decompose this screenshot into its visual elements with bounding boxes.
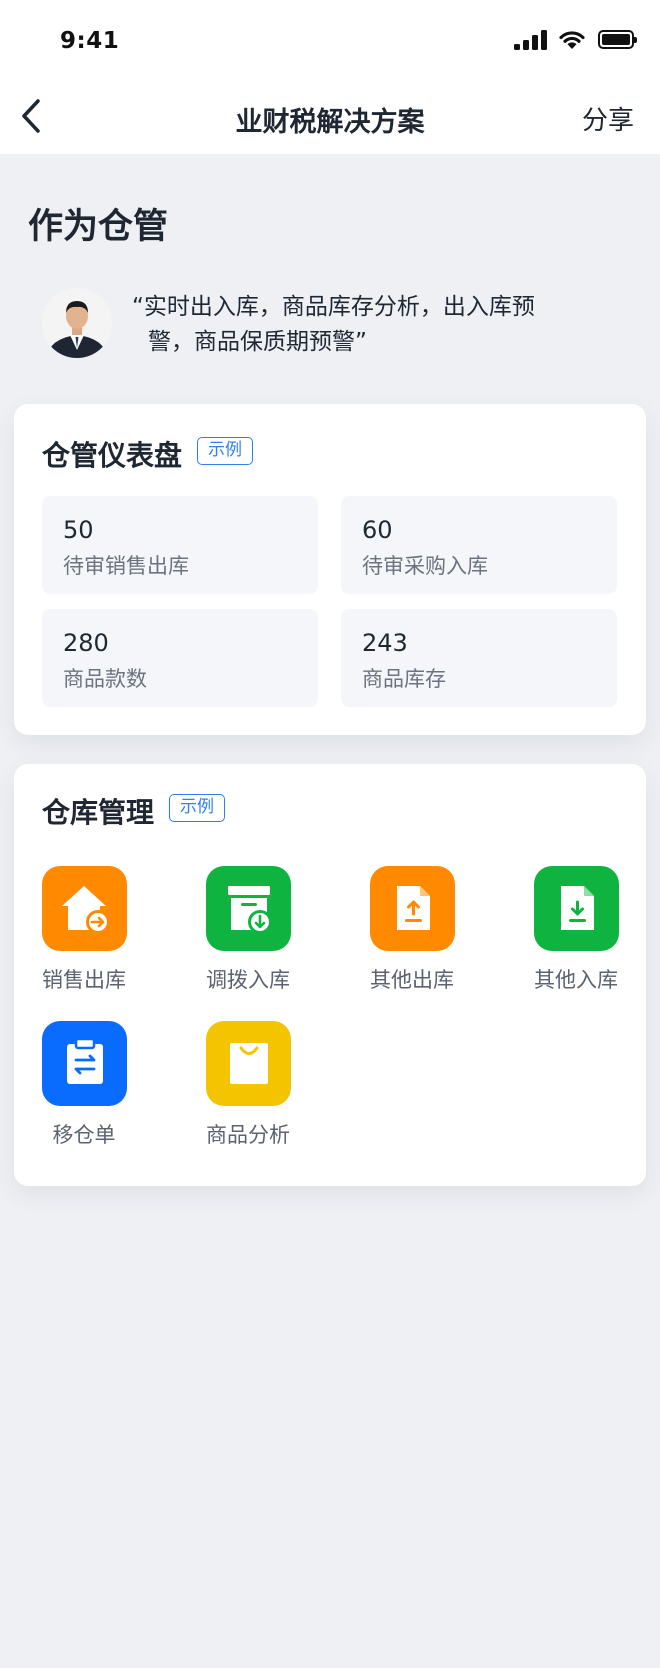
- signal-icon: [514, 30, 548, 50]
- app-label: 商品分析: [206, 1123, 290, 1147]
- share-button[interactable]: 分享: [582, 100, 634, 137]
- app-sales-outbound[interactable]: 销售出库: [24, 866, 144, 996]
- stat-value: 50: [63, 516, 94, 544]
- stat-product-count[interactable]: 280 商品款数: [42, 609, 318, 707]
- quote-line-1: “实时出入库，商品库存分析，出入库预: [132, 294, 535, 320]
- avatar: [42, 288, 112, 358]
- app-label: 其他入库: [534, 968, 618, 992]
- app-other-outbound[interactable]: 其他出库: [352, 866, 472, 996]
- status-icons: [514, 28, 637, 52]
- stat-value: 60: [362, 516, 393, 544]
- example-tag[interactable]: 示例: [169, 794, 225, 822]
- stat-product-inventory[interactable]: 243 商品库存: [341, 609, 617, 707]
- status-time: 9:41: [60, 28, 120, 54]
- app-label: 移仓单: [52, 1123, 116, 1147]
- shopping-bag-icon: [206, 1021, 291, 1106]
- warehouse-title: 仓库管理: [42, 796, 155, 829]
- app-product-analysis[interactable]: 商品分析: [188, 1021, 308, 1151]
- wifi-icon: [559, 31, 585, 49]
- top-bar: 9:41 业财税解决方案 分享: [0, 0, 660, 154]
- app-warehouse-transfer[interactable]: 移仓单: [24, 1021, 144, 1151]
- role-heading: 作为仓管: [28, 207, 169, 247]
- stat-label: 商品库存: [362, 667, 446, 691]
- dashboard-card: 仓管仪表盘 示例 50 待审销售出库 60 待审采购入库 280 商品款数 24…: [14, 404, 646, 735]
- box-download-icon: [206, 866, 291, 951]
- stat-label: 待审销售出库: [63, 554, 189, 578]
- app-label: 其他出库: [370, 968, 454, 992]
- page-title: 业财税解决方案: [235, 107, 425, 138]
- stat-pending-purchase-in[interactable]: 60 待审采购入库: [341, 496, 617, 594]
- app-label: 销售出库: [42, 968, 126, 992]
- doc-download-icon: [534, 866, 619, 951]
- app-transfer-inbound[interactable]: 调拨入库: [188, 866, 308, 996]
- stat-value: 280: [63, 629, 109, 657]
- doc-upload-icon: [370, 866, 455, 951]
- stat-label: 待审采购入库: [362, 554, 488, 578]
- house-arrow-icon: [42, 866, 127, 951]
- clipboard-transfer-icon: [42, 1021, 127, 1106]
- role-quote: “实时出入库，商品库存分析，出入库预 警，商品保质期预警”: [132, 290, 592, 360]
- stat-label: 商品款数: [63, 667, 147, 691]
- stat-pending-sales-out[interactable]: 50 待审销售出库: [42, 496, 318, 594]
- quote-line-2: 警，商品保质期预警”: [148, 329, 367, 355]
- dashboard-title: 仓管仪表盘: [42, 439, 183, 472]
- warehouse-card: 仓库管理 示例 销售出库 调拨入库 其他出库 其他入库 移仓单 商品分析: [14, 764, 646, 1186]
- battery-icon: [598, 30, 637, 49]
- page: 9:41 业财税解决方案 分享 作为仓管 “实时出入库，商品库存分析，出入库预 …: [0, 0, 660, 1668]
- app-other-inbound[interactable]: 其他入库: [516, 866, 636, 996]
- stat-value: 243: [362, 629, 408, 657]
- app-label: 调拨入库: [206, 968, 290, 992]
- example-tag[interactable]: 示例: [197, 437, 253, 465]
